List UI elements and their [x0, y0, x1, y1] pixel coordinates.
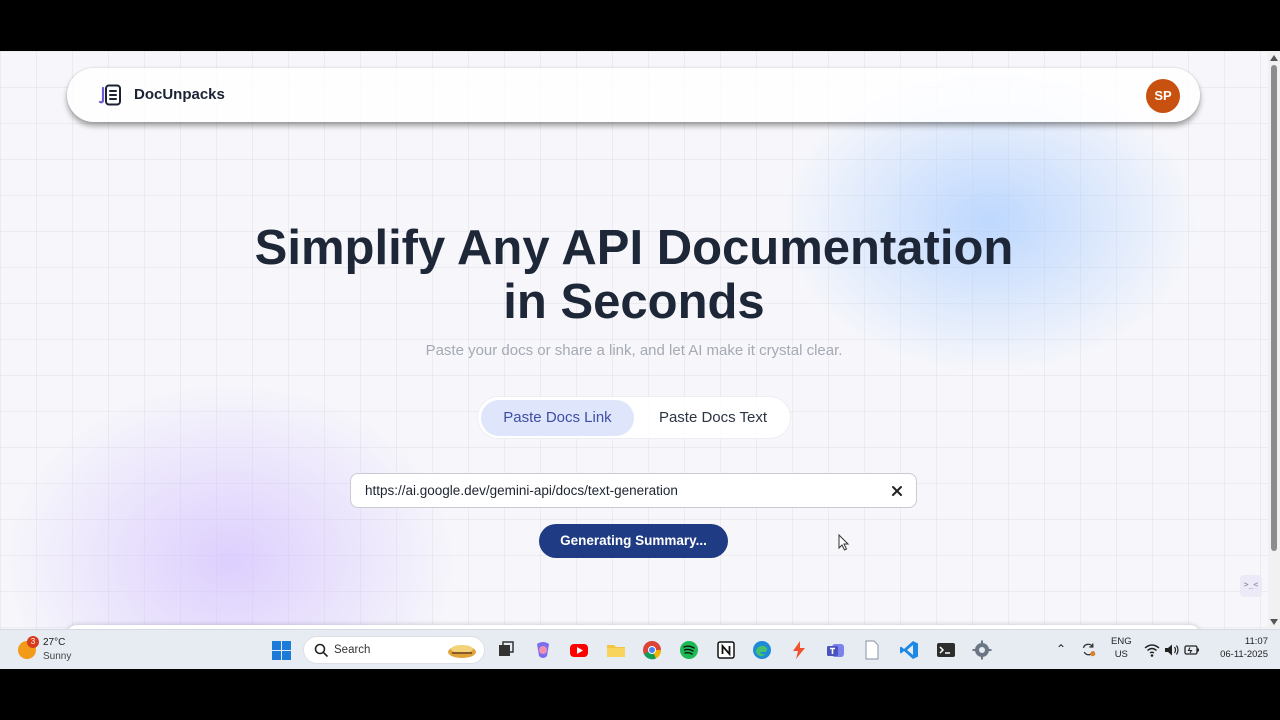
search-placeholder: Search: [334, 644, 371, 656]
file-explorer-icon[interactable]: [606, 640, 626, 660]
task-view-icon[interactable]: [496, 640, 516, 660]
weather-badge: 3: [27, 636, 39, 648]
clock-time: 11:07: [1244, 636, 1268, 647]
language-region: US: [1114, 649, 1128, 660]
todoist-icon[interactable]: [789, 640, 809, 660]
floating-tool-button[interactable]: >_<: [1240, 575, 1262, 597]
page-scrollbar[interactable]: [1268, 51, 1280, 629]
copilot-icon[interactable]: [533, 640, 553, 660]
docs-url-value[interactable]: https://ai.google.dev/gemini-api/docs/te…: [365, 483, 678, 498]
vscode-icon[interactable]: [899, 640, 919, 660]
brand-name[interactable]: DocUnpacks: [134, 86, 225, 103]
notion-icon[interactable]: [716, 640, 736, 660]
chevron-up-icon[interactable]: ⌃: [1056, 642, 1066, 656]
wifi-icon[interactable]: [1144, 642, 1160, 658]
browser-viewport: DocUnpacks SP Simplify Any API Documenta…: [0, 51, 1280, 669]
settings-icon[interactable]: [972, 640, 992, 660]
volume-icon[interactable]: [1164, 642, 1180, 658]
battery-icon[interactable]: [1184, 642, 1200, 658]
weather-temperature[interactable]: 27°C: [43, 637, 65, 648]
spotify-icon[interactable]: [679, 640, 699, 660]
mouse-pointer-icon: [838, 534, 850, 551]
hero-title: Simplify Any API Documentation in Second…: [0, 221, 1268, 329]
top-navbar: DocUnpacks SP: [67, 68, 1200, 122]
clock-date: 06-11-2025: [1220, 649, 1268, 660]
tab-paste-docs-text[interactable]: Paste Docs Text: [638, 400, 788, 436]
tab-paste-docs-link[interactable]: Paste Docs Link: [481, 400, 634, 436]
hero-title-line2: in Seconds: [503, 275, 765, 329]
taskbar-search[interactable]: Search: [303, 636, 485, 664]
close-icon[interactable]: [888, 482, 906, 500]
language-code: ENG: [1111, 636, 1132, 647]
weather-condition[interactable]: Sunny: [43, 651, 71, 662]
search-highlight-icon: [448, 645, 476, 658]
edge-icon[interactable]: [752, 640, 772, 660]
user-avatar[interactable]: SP: [1146, 79, 1180, 113]
system-clock[interactable]: 11:07 06-11-2025: [1208, 635, 1268, 661]
hero-subtitle: Paste your docs or share a link, and let…: [425, 342, 843, 359]
scroll-down-icon[interactable]: [1270, 619, 1278, 625]
terminal-icon[interactable]: [936, 640, 956, 660]
generate-summary-button[interactable]: Generating Summary...: [539, 524, 728, 558]
teams-icon[interactable]: [826, 640, 846, 660]
input-mode-tabs: Paste Docs Link Paste Docs Text: [477, 396, 791, 439]
language-indicator[interactable]: ENG US: [1111, 635, 1132, 661]
windows-start-icon[interactable]: [272, 641, 291, 660]
windows-taskbar: 3 27°C Sunny Search ⌃ ENG US 11:07 06-11…: [0, 629, 1280, 669]
notepad-icon[interactable]: [862, 640, 882, 660]
logo-icon: [98, 84, 121, 106]
chrome-icon[interactable]: [642, 640, 662, 660]
sync-icon[interactable]: [1080, 641, 1097, 658]
search-icon: [314, 643, 328, 657]
scrollbar-thumb[interactable]: [1271, 65, 1277, 551]
docs-url-input[interactable]: https://ai.google.dev/gemini-api/docs/te…: [350, 473, 917, 508]
youtube-icon[interactable]: [569, 640, 589, 660]
scroll-up-icon[interactable]: [1270, 55, 1278, 61]
page-background: DocUnpacks SP Simplify Any API Documenta…: [0, 51, 1268, 629]
hero-title-line1: Simplify Any API Documentation: [254, 221, 1014, 275]
